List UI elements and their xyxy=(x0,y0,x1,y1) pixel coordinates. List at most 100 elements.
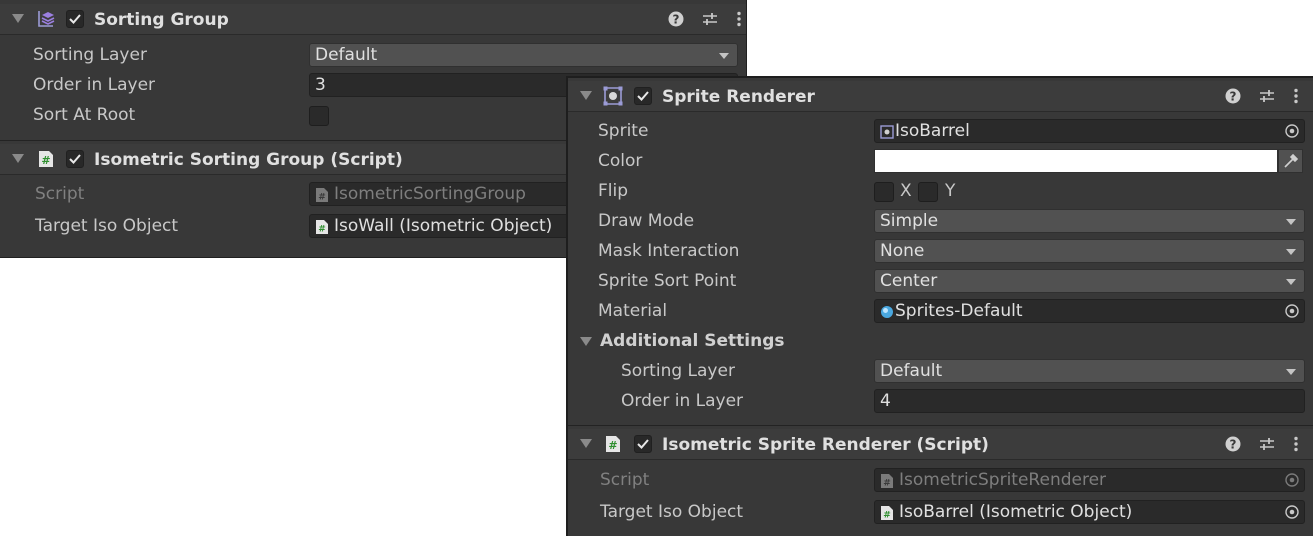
flip-x-label: X xyxy=(900,181,912,201)
chevron-down-icon xyxy=(719,53,729,59)
isometric-sprite-renderer-enabled-checkbox[interactable] xyxy=(634,435,652,453)
material-value: Sprites-Default xyxy=(895,301,1023,321)
material-icon xyxy=(880,304,894,318)
presets-icon[interactable] xyxy=(701,11,719,31)
sorting-layer-label: Sorting Layer xyxy=(33,45,147,65)
help-icon[interactable]: ? xyxy=(1225,436,1241,456)
script-value: IsometricSpriteRenderer xyxy=(899,470,1107,490)
sprite-renderer-header[interactable]: Sprite Renderer ? xyxy=(568,81,1313,112)
draw-mode-value: Simple xyxy=(880,211,939,231)
additional-settings-foldout-icon[interactable] xyxy=(580,337,592,346)
sprite-sort-point-dropdown[interactable]: Center xyxy=(874,269,1305,293)
target-iso-object-field[interactable]: # IsoBarrel (Isometric Object) xyxy=(874,500,1305,524)
script-field: # IsometricSpriteRenderer xyxy=(874,468,1305,492)
sorting-group-enabled-checkbox[interactable] xyxy=(66,10,84,28)
object-picker-icon[interactable] xyxy=(1280,501,1304,523)
sprite-sort-point-value: Center xyxy=(880,271,938,291)
additional-sorting-layer-label: Sorting Layer xyxy=(621,361,735,381)
svg-text:#: # xyxy=(318,193,326,203)
script-value: IsometricSortingGroup xyxy=(334,184,526,204)
svg-text:?: ? xyxy=(1230,438,1237,452)
sprite-asset-icon xyxy=(880,124,894,139)
chevron-down-icon xyxy=(1286,369,1296,375)
sort-at-root-checkbox[interactable] xyxy=(309,106,329,126)
object-picker-icon[interactable] xyxy=(1280,300,1304,322)
more-icon[interactable] xyxy=(1293,88,1299,108)
chevron-down-icon xyxy=(1286,279,1296,285)
component-title: Isometric Sprite Renderer (Script) xyxy=(662,435,989,455)
order-in-layer-value: 3 xyxy=(315,75,326,95)
material-label: Material xyxy=(598,301,668,321)
material-field[interactable]: Sprites-Default xyxy=(874,299,1305,323)
additional-order-in-layer-label: Order in Layer xyxy=(621,391,744,411)
additional-sorting-layer-dropdown[interactable]: Default xyxy=(874,359,1305,383)
object-picker-icon xyxy=(1280,469,1304,491)
color-label: Color xyxy=(598,151,643,171)
order-in-layer-label: Order in Layer xyxy=(33,75,156,95)
more-icon[interactable] xyxy=(1293,436,1299,456)
sorting-group-header[interactable]: Sorting Group ? xyxy=(0,4,746,35)
mask-interaction-dropdown[interactable]: None xyxy=(874,239,1305,263)
additional-order-in-layer-field[interactable]: 4 xyxy=(874,389,1305,413)
foldout-arrow-icon[interactable] xyxy=(580,91,592,100)
isometric-sorting-group-enabled-checkbox[interactable] xyxy=(66,150,84,168)
flip-y-label: Y xyxy=(945,181,956,201)
script-icon: # xyxy=(315,187,329,203)
flip-label: Flip xyxy=(598,181,629,201)
target-iso-object-label: Target Iso Object xyxy=(600,502,744,522)
sprite-value: IsoBarrel xyxy=(895,121,970,141)
script-icon: # xyxy=(315,219,329,235)
svg-text:?: ? xyxy=(673,13,680,27)
chevron-down-icon xyxy=(1286,249,1296,255)
foldout-arrow-icon[interactable] xyxy=(12,14,24,23)
eyedropper-button[interactable] xyxy=(1278,149,1303,173)
sprite-renderer-icon xyxy=(603,86,623,106)
foldout-arrow-icon[interactable] xyxy=(12,154,24,163)
object-picker-icon[interactable] xyxy=(1280,120,1304,142)
target-iso-object-label: Target Iso Object xyxy=(35,216,179,236)
script-icon: # xyxy=(605,435,621,453)
component-title: Sorting Group xyxy=(94,10,229,30)
svg-text:?: ? xyxy=(1230,90,1237,104)
svg-text:#: # xyxy=(883,511,891,521)
sort-at-root-label: Sort At Root xyxy=(33,105,136,125)
script-icon: # xyxy=(38,150,54,168)
additional-sorting-layer-value: Default xyxy=(880,361,943,381)
presets-icon[interactable] xyxy=(1258,88,1276,108)
sorting-layer-dropdown[interactable]: Default xyxy=(309,43,738,67)
svg-text:#: # xyxy=(318,225,326,235)
script-icon: # xyxy=(880,473,894,489)
component-title: Sprite Renderer xyxy=(662,87,815,107)
sprite-sort-point-label: Sprite Sort Point xyxy=(598,271,737,291)
chevron-down-icon xyxy=(1286,219,1296,225)
more-icon[interactable] xyxy=(736,11,742,31)
sorting-group-icon xyxy=(36,9,56,29)
script-label: Script xyxy=(600,470,650,490)
component-title: Isometric Sorting Group (Script) xyxy=(94,150,403,170)
isometric-sprite-renderer-header[interactable]: # Isometric Sprite Renderer (Script) ? xyxy=(568,429,1313,460)
svg-text:#: # xyxy=(883,479,891,489)
svg-text:#: # xyxy=(41,154,50,167)
presets-icon[interactable] xyxy=(1258,436,1276,456)
target-iso-object-value: IsoWall (Isometric Object) xyxy=(334,216,553,236)
foldout-arrow-icon[interactable] xyxy=(580,439,592,448)
script-label: Script xyxy=(35,184,85,204)
additional-settings-label[interactable]: Additional Settings xyxy=(600,331,785,351)
draw-mode-dropdown[interactable]: Simple xyxy=(874,209,1305,233)
additional-order-in-layer-value: 4 xyxy=(880,391,891,411)
target-iso-object-value: IsoBarrel (Isometric Object) xyxy=(899,502,1133,522)
eyedropper-icon xyxy=(1284,153,1299,168)
script-icon: # xyxy=(880,505,894,521)
help-icon[interactable]: ? xyxy=(668,11,684,31)
color-swatch[interactable] xyxy=(874,149,1278,173)
inspector-panel-right: Sprite Renderer ? Sprite IsoBarrel Color… xyxy=(566,76,1313,536)
flip-y-checkbox[interactable] xyxy=(918,182,938,202)
mask-interaction-value: None xyxy=(880,241,925,261)
sprite-renderer-enabled-checkbox[interactable] xyxy=(634,87,652,105)
sprite-field[interactable]: IsoBarrel xyxy=(874,119,1305,143)
help-icon[interactable]: ? xyxy=(1225,88,1241,108)
flip-x-checkbox[interactable] xyxy=(874,182,894,202)
sprite-label: Sprite xyxy=(598,121,649,141)
mask-interaction-label: Mask Interaction xyxy=(598,241,740,261)
draw-mode-label: Draw Mode xyxy=(598,211,695,231)
